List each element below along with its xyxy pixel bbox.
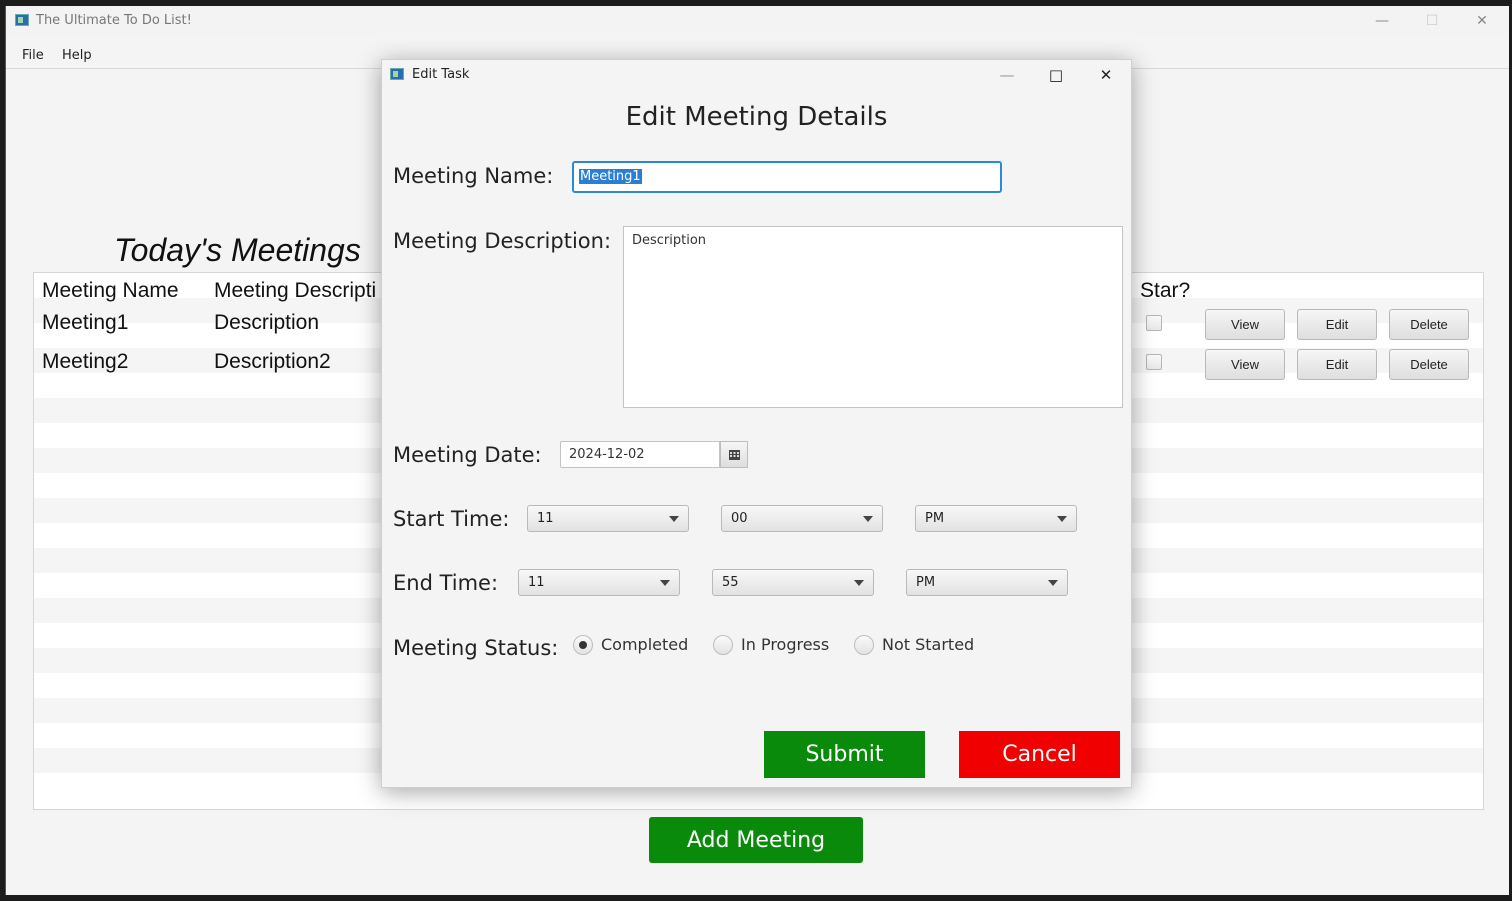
- chevron-down-icon: [1057, 516, 1067, 522]
- dialog-minimize-button[interactable]: —: [986, 60, 1028, 90]
- dialog-app-icon: [390, 68, 404, 80]
- start-minute-value: 00: [731, 511, 748, 526]
- menu-file[interactable]: File: [22, 48, 44, 63]
- row2-name: Meeting2: [42, 350, 129, 373]
- status-not-started-radio[interactable]: [854, 635, 874, 655]
- end-hour-select[interactable]: 11: [518, 569, 680, 596]
- chevron-down-icon: [863, 516, 873, 522]
- column-header-description[interactable]: Meeting Descripti: [214, 279, 376, 303]
- submit-button[interactable]: Submit: [764, 731, 925, 778]
- dialog-titlebar: Edit Task — □ ✕: [382, 60, 1131, 90]
- end-minute-select[interactable]: 55: [712, 569, 874, 596]
- dialog-close-button[interactable]: ✕: [1085, 60, 1127, 90]
- status-in-progress-radio[interactable]: [713, 635, 733, 655]
- start-hour-value: 11: [537, 511, 554, 526]
- row2-description: Description2: [214, 350, 331, 373]
- dialog-title: Edit Task: [412, 67, 470, 82]
- dialog-heading: Edit Meeting Details: [625, 102, 888, 132]
- end-hour-value: 11: [528, 575, 545, 590]
- row2-star-checkbox[interactable]: [1146, 354, 1162, 370]
- edit-task-dialog: Edit Task — □ ✕ Edit Meeting Details Mee…: [381, 59, 1132, 788]
- calendar-icon: [728, 449, 740, 460]
- status-not-started-label[interactable]: Not Started: [882, 635, 974, 654]
- page-heading: Today's Meetings: [114, 232, 361, 268]
- chevron-down-icon: [669, 516, 679, 522]
- start-time-label: Start Time:: [393, 507, 510, 531]
- cancel-button[interactable]: Cancel: [959, 731, 1120, 778]
- row1-edit-button[interactable]: Edit: [1297, 309, 1377, 340]
- menu-help[interactable]: Help: [62, 48, 92, 63]
- row1-name: Meeting1: [42, 311, 129, 334]
- meeting-description-textarea[interactable]: Description: [623, 226, 1123, 408]
- end-time-label: End Time:: [393, 571, 499, 595]
- row2-delete-button[interactable]: Delete: [1389, 349, 1469, 380]
- meeting-date-input[interactable]: 2024-12-02: [560, 441, 720, 468]
- add-meeting-button[interactable]: Add Meeting: [649, 817, 863, 863]
- meeting-name-value: Meeting1: [579, 169, 642, 184]
- end-ampm-value: PM: [916, 575, 936, 590]
- main-titlebar: The Ultimate To Do List! — ☐ ✕: [6, 6, 1509, 36]
- window-title: The Ultimate To Do List!: [36, 13, 192, 28]
- dialog-maximize-button[interactable]: □: [1035, 60, 1077, 90]
- status-in-progress-label[interactable]: In Progress: [741, 635, 829, 654]
- start-ampm-select[interactable]: PM: [915, 505, 1077, 532]
- start-ampm-value: PM: [925, 511, 945, 526]
- status-completed-radio[interactable]: [573, 635, 593, 655]
- end-minute-value: 55: [722, 575, 739, 590]
- row1-star-checkbox[interactable]: [1146, 315, 1162, 331]
- start-hour-select[interactable]: 11: [527, 505, 689, 532]
- meeting-status-label: Meeting Status:: [393, 636, 559, 660]
- start-minute-select[interactable]: 00: [721, 505, 883, 532]
- end-ampm-select[interactable]: PM: [906, 569, 1068, 596]
- minimize-button[interactable]: —: [1359, 6, 1405, 36]
- chevron-down-icon: [854, 580, 864, 586]
- row2-edit-button[interactable]: Edit: [1297, 349, 1377, 380]
- chevron-down-icon: [660, 580, 670, 586]
- column-header-star[interactable]: Star?: [1140, 279, 1190, 303]
- row2-view-button[interactable]: View: [1205, 349, 1285, 380]
- column-header-name[interactable]: Meeting Name: [42, 279, 179, 303]
- maximize-button[interactable]: ☐: [1409, 6, 1455, 36]
- row1-description: Description: [214, 311, 320, 334]
- meeting-description-label: Meeting Description:: [393, 229, 612, 253]
- calendar-button[interactable]: [720, 441, 748, 468]
- app-icon: [15, 14, 29, 26]
- status-completed-label[interactable]: Completed: [601, 635, 688, 654]
- chevron-down-icon: [1048, 580, 1058, 586]
- meeting-date-label: Meeting Date:: [393, 443, 542, 467]
- close-button[interactable]: ✕: [1459, 6, 1505, 36]
- meeting-name-label: Meeting Name:: [393, 164, 554, 188]
- meeting-name-input[interactable]: Meeting1: [572, 161, 1002, 193]
- row1-view-button[interactable]: View: [1205, 309, 1285, 340]
- row1-delete-button[interactable]: Delete: [1389, 309, 1469, 340]
